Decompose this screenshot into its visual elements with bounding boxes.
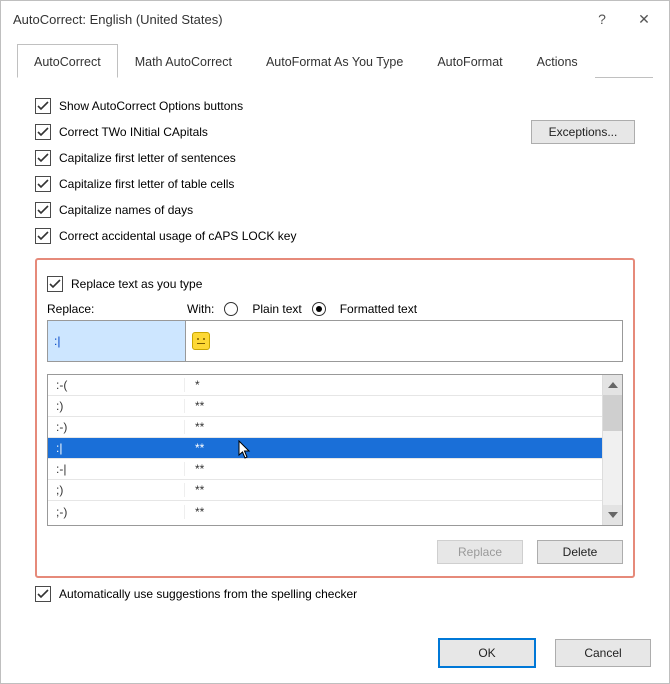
- label-show-options: Show AutoCorrect Options buttons: [59, 99, 243, 113]
- checkbox-cap-days[interactable]: [35, 202, 51, 218]
- scroll-track[interactable]: [603, 431, 622, 505]
- list-row[interactable]: :) **: [48, 396, 602, 417]
- list-cell-with: **: [185, 420, 602, 434]
- replace-labels-row: Replace: With: Plain text Formatted text: [47, 302, 623, 316]
- radio-formatted-text[interactable]: [312, 302, 326, 316]
- ok-button[interactable]: OK: [439, 639, 535, 667]
- row-two-initial: Correct TWo INitial CApitals Exceptions.…: [35, 120, 635, 144]
- list-cell-replace: :|: [48, 441, 185, 455]
- radio-plain-text[interactable]: [224, 302, 238, 316]
- replace-highlight-box: Replace text as you type Replace: With: …: [35, 258, 635, 578]
- checkbox-two-initial[interactable]: [35, 124, 51, 140]
- row-replace-as-type: Replace text as you type: [47, 272, 623, 296]
- list-cell-with: **: [185, 462, 602, 476]
- content-area: AutoCorrect Math AutoCorrect AutoFormat …: [1, 37, 669, 634]
- row-auto-suggest: Automatically use suggestions from the s…: [35, 582, 635, 606]
- list-cell-with: **: [185, 441, 602, 455]
- tab-autoformat[interactable]: AutoFormat: [420, 44, 519, 78]
- tab-math-autocorrect[interactable]: Math AutoCorrect: [118, 44, 249, 78]
- label-auto-suggest: Automatically use suggestions from the s…: [59, 587, 357, 601]
- list-body[interactable]: :-( * :) ** :-) ** :| **: [48, 375, 602, 525]
- replace-button[interactable]: Replace: [437, 540, 523, 564]
- list-row[interactable]: :-| **: [48, 459, 602, 480]
- label-two-initial: Correct TWo INitial CApitals: [59, 125, 208, 139]
- list-cell-with: *: [185, 378, 602, 392]
- label-formatted-text: Formatted text: [340, 302, 417, 316]
- checkbox-caps-lock[interactable]: [35, 228, 51, 244]
- checkbox-replace-as-type[interactable]: [47, 276, 63, 292]
- label-replace: Replace:: [47, 302, 177, 316]
- titlebar: AutoCorrect: English (United States) ? ✕: [1, 1, 669, 37]
- list-cell-replace: :-|: [48, 462, 185, 476]
- list-cell-with: **: [185, 483, 602, 497]
- row-cap-cells: Capitalize first letter of table cells: [35, 172, 635, 196]
- list-row[interactable]: ;) **: [48, 480, 602, 501]
- checkbox-cap-sentences[interactable]: [35, 150, 51, 166]
- tab-autocorrect[interactable]: AutoCorrect: [17, 44, 118, 78]
- label-plain-text: Plain text: [252, 302, 301, 316]
- checkbox-auto-suggest[interactable]: [35, 586, 51, 602]
- replace-input[interactable]: [48, 321, 185, 361]
- tabstrip: AutoCorrect Math AutoCorrect AutoFormat …: [17, 43, 653, 78]
- checkbox-cap-cells[interactable]: [35, 176, 51, 192]
- row-caps-lock: Correct accidental usage of cAPS LOCK ke…: [35, 224, 635, 248]
- replace-list: :-( * :) ** :-) ** :| **: [47, 374, 623, 526]
- tab-autoformat-as-you-type[interactable]: AutoFormat As You Type: [249, 44, 420, 78]
- neutral-face-icon: [192, 332, 210, 350]
- list-cell-replace: :): [48, 399, 185, 413]
- label-replace-as-type: Replace text as you type: [71, 277, 202, 291]
- list-cell-with: **: [185, 505, 602, 519]
- list-cell-replace: ;-): [48, 505, 185, 519]
- delete-button[interactable]: Delete: [537, 540, 623, 564]
- help-button[interactable]: ?: [581, 4, 623, 34]
- row-show-options: Show AutoCorrect Options buttons: [35, 94, 635, 118]
- list-row[interactable]: :| **: [48, 438, 602, 459]
- inputs-row: [47, 320, 623, 362]
- with-input[interactable]: [185, 321, 622, 361]
- replace-delete-row: Replace Delete: [47, 540, 623, 564]
- scroll-thumb[interactable]: [603, 395, 622, 431]
- label-cap-cells: Capitalize first letter of table cells: [59, 177, 234, 191]
- list-row[interactable]: ;-) **: [48, 501, 602, 522]
- list-row[interactable]: :-) **: [48, 417, 602, 438]
- autocorrect-panel: Show AutoCorrect Options buttons Correct…: [17, 78, 653, 618]
- tab-actions[interactable]: Actions: [520, 44, 595, 78]
- list-scrollbar[interactable]: [602, 375, 622, 525]
- dialog-footer: OK Cancel: [439, 639, 651, 667]
- cancel-button[interactable]: Cancel: [555, 639, 651, 667]
- window-title: AutoCorrect: English (United States): [13, 12, 581, 27]
- close-button[interactable]: ✕: [623, 4, 665, 34]
- list-cell-replace: ;): [48, 483, 185, 497]
- exceptions-button[interactable]: Exceptions...: [531, 120, 635, 144]
- list-row[interactable]: :-( *: [48, 375, 602, 396]
- list-cell-replace: :-(: [48, 378, 185, 392]
- list-cell-replace: :-): [48, 420, 185, 434]
- scroll-down-button[interactable]: [603, 505, 622, 525]
- row-cap-sentences: Capitalize first letter of sentences: [35, 146, 635, 170]
- label-cap-sentences: Capitalize first letter of sentences: [59, 151, 236, 165]
- scroll-up-button[interactable]: [603, 375, 622, 395]
- autocorrect-dialog: AutoCorrect: English (United States) ? ✕…: [0, 0, 670, 684]
- list-cell-with: **: [185, 399, 602, 413]
- label-caps-lock: Correct accidental usage of cAPS LOCK ke…: [59, 229, 296, 243]
- label-with: With:: [187, 302, 214, 316]
- row-cap-days: Capitalize names of days: [35, 198, 635, 222]
- checkbox-show-options[interactable]: [35, 98, 51, 114]
- label-cap-days: Capitalize names of days: [59, 203, 193, 217]
